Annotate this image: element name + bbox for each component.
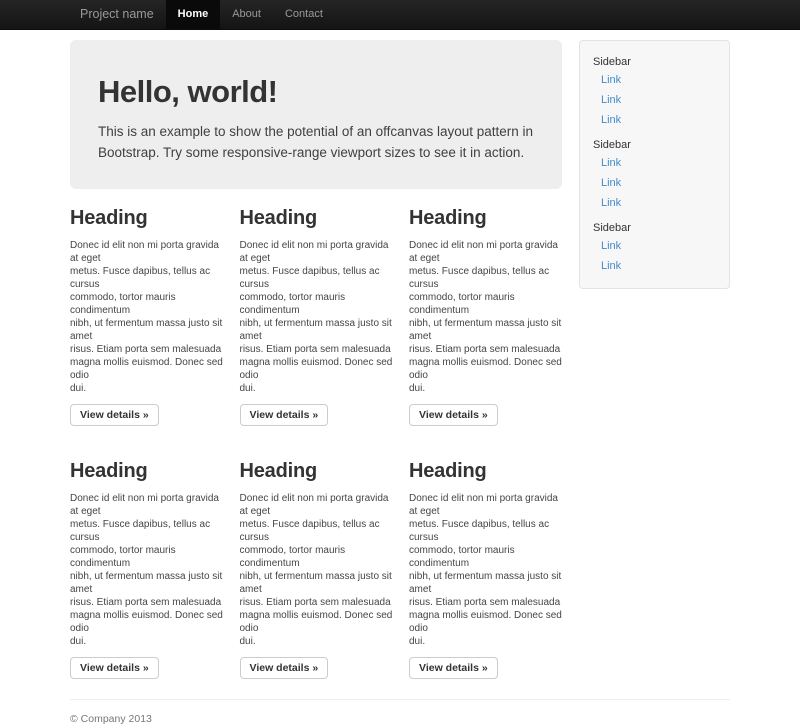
sidebar-link[interactable]: Link [580,153,729,173]
jumbotron-text: This is an example to show the potential… [98,121,534,163]
card-body: Donec id elit non mi porta gravida at eg… [70,239,223,395]
content-card: Heading Donec id elit non mi porta gravi… [409,442,562,679]
content-card: Heading Donec id elit non mi porta gravi… [70,189,223,426]
sidebar-link[interactable]: Link [580,110,729,130]
sidebar-link[interactable]: Link [580,236,729,256]
card-heading: Heading [240,207,393,230]
content-card: Heading Donec id elit non mi porta gravi… [240,189,393,426]
card-body: Donec id elit non mi porta gravida at eg… [70,492,223,648]
view-details-button[interactable]: View details » [240,657,329,679]
content-card: Heading Donec id elit non mi porta gravi… [70,442,223,679]
sidebar-link[interactable]: Link [580,193,729,213]
sidebar-link[interactable]: Link [580,256,729,276]
page-footer: © Company 2013 [70,699,730,725]
brand-link[interactable]: Project name [70,0,164,29]
sidebar-link[interactable]: Link [580,70,729,90]
card-heading: Heading [409,207,562,230]
content-card: Heading Donec id elit non mi porta gravi… [240,442,393,679]
sidebar-group: Sidebar Link Link Link [580,130,729,213]
view-details-button[interactable]: View details » [409,657,498,679]
cards-row-1: Heading Donec id elit non mi porta gravi… [70,189,562,426]
view-details-button[interactable]: View details » [240,404,329,426]
view-details-button[interactable]: View details » [70,657,159,679]
cards-row-2: Heading Donec id elit non mi porta gravi… [70,442,562,679]
content-card: Heading Donec id elit non mi porta gravi… [409,189,562,426]
content-column: Hello, world! This is an example to show… [70,30,562,679]
navbar-menu: Home About Contact [166,0,335,29]
nav-item-home[interactable]: Home [166,0,221,29]
nav-item-contact[interactable]: Contact [273,0,335,29]
card-body: Donec id elit non mi porta gravida at eg… [409,492,562,648]
sidebar-group-header: Sidebar [580,213,729,236]
copyright-text: © Company 2013 [70,713,730,725]
view-details-button[interactable]: View details » [409,404,498,426]
card-body: Donec id elit non mi porta gravida at eg… [240,492,393,648]
sidebar-link[interactable]: Link [580,90,729,110]
page-title: Hello, world! [98,74,534,110]
card-body: Donec id elit non mi porta gravida at eg… [409,239,562,395]
card-heading: Heading [240,460,393,483]
page-container: Hello, world! This is an example to show… [70,30,730,725]
card-heading: Heading [70,207,223,230]
sidebar-group-header: Sidebar [580,130,729,153]
sidebar-link[interactable]: Link [580,173,729,193]
card-body: Donec id elit non mi porta gravida at eg… [240,239,393,395]
jumbotron: Hello, world! This is an example to show… [70,40,562,189]
sidebar: Sidebar Link Link Link Sidebar Link Link… [579,40,730,289]
top-navbar: Project name Home About Contact [0,0,800,30]
footer-divider [70,699,730,700]
navbar-container: Project name Home About Contact [70,0,730,29]
sidebar-group: Sidebar Link Link [580,213,729,276]
view-details-button[interactable]: View details » [70,404,159,426]
main-row: Hello, world! This is an example to show… [70,30,730,679]
card-heading: Heading [70,460,223,483]
card-heading: Heading [409,460,562,483]
sidebar-group-header: Sidebar [580,47,729,70]
sidebar-group: Sidebar Link Link Link [580,47,729,130]
nav-item-about[interactable]: About [220,0,273,29]
